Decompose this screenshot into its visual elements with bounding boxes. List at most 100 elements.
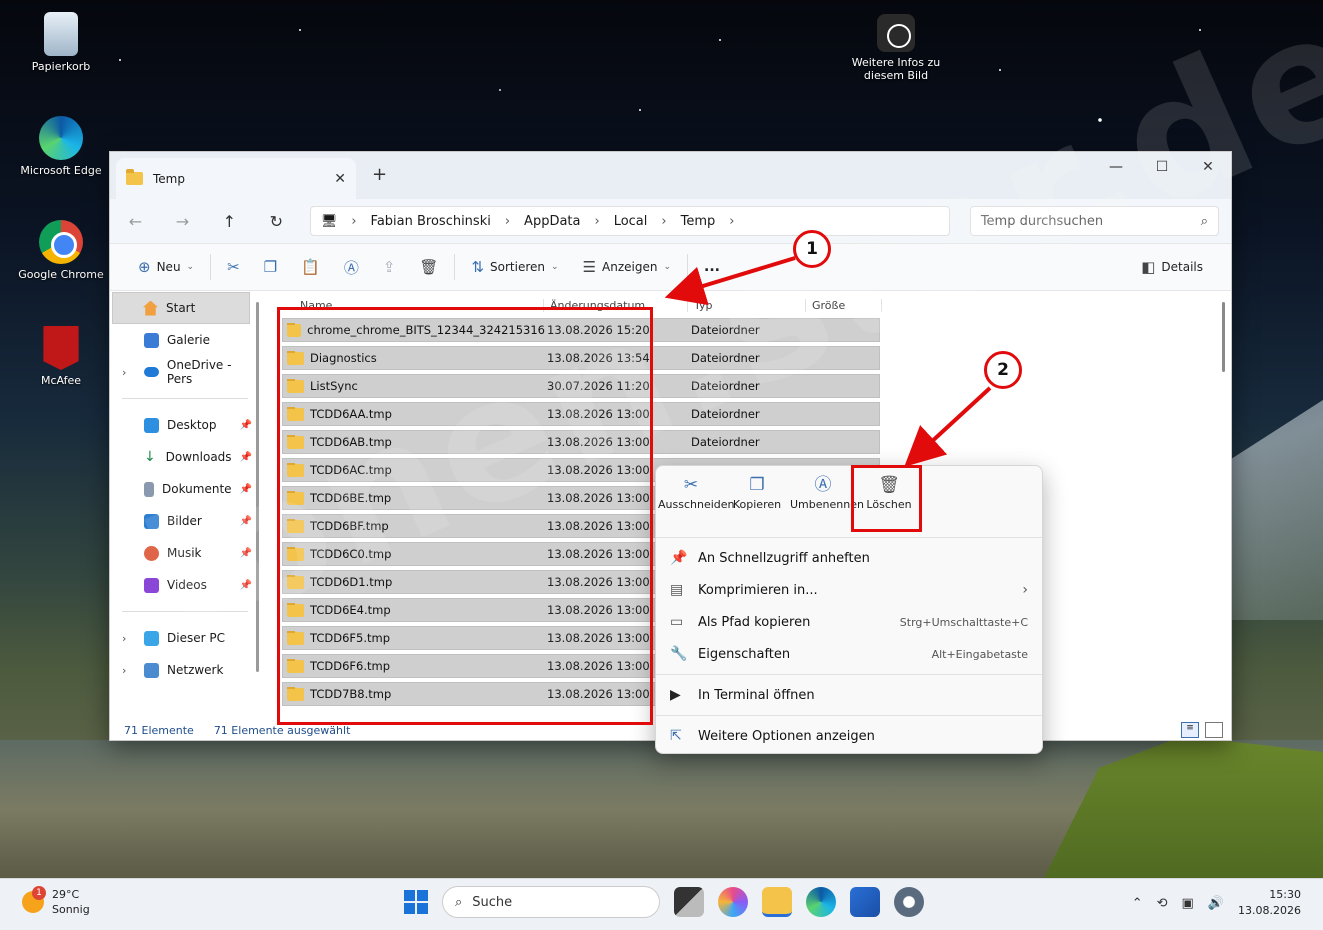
- chevron-right-icon: ›: [351, 213, 357, 229]
- new-tab-icon[interactable]: +: [372, 164, 387, 185]
- sun-icon: 1: [22, 886, 46, 913]
- clock[interactable]: 15:30 13.08.2026: [1238, 887, 1301, 919]
- selection-count: 71 Elemente ausgewählt: [213, 723, 351, 737]
- paste-button[interactable]: 📋: [289, 249, 332, 285]
- share-button[interactable]: ⇪: [371, 249, 408, 285]
- trash-icon: 🗑: [419, 258, 439, 276]
- computer-icon: [144, 630, 159, 646]
- file-list-scrollbar[interactable]: [1222, 302, 1225, 372]
- computer-icon: 🖥: [320, 213, 338, 229]
- menu-item-label: Komprimieren in...: [698, 582, 818, 598]
- rename-icon: Ⓐ: [343, 258, 359, 277]
- tiles-view-icon[interactable]: [1205, 722, 1223, 738]
- close-tab-icon[interactable]: ✕: [334, 171, 346, 187]
- volume-icon[interactable]: 🔊: [1208, 896, 1224, 911]
- sidebar-item-onedrive[interactable]: › OneDrive - Pers: [110, 356, 260, 388]
- highlight-delete-button: [851, 465, 922, 532]
- download-icon: ↓: [144, 448, 156, 465]
- view-list-icon: ☰: [582, 258, 597, 276]
- menu-item-copy-path[interactable]: ▭ Als Pfad kopieren Strg+Umschalttaste+C: [656, 606, 1042, 638]
- network-status-icon[interactable]: ▣: [1182, 896, 1194, 911]
- settings-gear-icon[interactable]: [894, 887, 924, 917]
- menu-item-pin-quick-access[interactable]: 📌 An Schnellzugriff anheften: [656, 542, 1042, 574]
- copy-button[interactable]: ❐ Kopieren: [724, 472, 790, 537]
- tab-title: Temp: [153, 171, 185, 186]
- tab-temp[interactable]: Temp ✕: [116, 158, 356, 199]
- details-view-icon[interactable]: ≡: [1181, 722, 1199, 738]
- step-badge-2: 2: [984, 351, 1022, 389]
- chevron-up-icon[interactable]: ⌃: [1132, 896, 1143, 911]
- cut-button[interactable]: ✂: [215, 249, 252, 285]
- desktop-icon-edge[interactable]: Microsoft Edge: [16, 116, 106, 177]
- sidebar-item-gallery[interactable]: Galerie: [110, 324, 260, 356]
- scissors-icon: ✂: [683, 475, 699, 495]
- sync-icon[interactable]: ⟲: [1157, 896, 1168, 911]
- details-label: Details: [1161, 260, 1203, 274]
- taskbar-search[interactable]: ⌕ Suche: [442, 886, 660, 918]
- copy-button[interactable]: ❐: [252, 249, 289, 285]
- chevron-right-icon[interactable]: ›: [122, 632, 126, 645]
- rename-button[interactable]: Ⓐ Umbenennen: [790, 472, 864, 537]
- chevron-right-icon[interactable]: ›: [122, 366, 126, 379]
- copy-icon: ❐: [749, 475, 765, 495]
- sort-button[interactable]: ⇅ Sortieren ⌄: [459, 249, 570, 285]
- forward-icon[interactable]: →: [169, 212, 196, 231]
- menu-item-more-options[interactable]: ⇱ Weitere Optionen anzeigen: [656, 720, 1042, 752]
- desktop-icon-mcafee[interactable]: McAfee: [16, 326, 106, 387]
- breadcrumb-item[interactable]: Fabian Broschinski: [371, 214, 491, 229]
- file-explorer-icon[interactable]: [762, 887, 792, 917]
- sidebar-item-label: OneDrive - Pers: [166, 358, 232, 386]
- chevron-down-icon: ⌄: [551, 262, 559, 272]
- network-icon: [144, 662, 159, 678]
- temperature: 29°C: [52, 888, 80, 901]
- sort-label: Sortieren: [490, 260, 546, 274]
- desktop-icon-label: McAfee: [40, 374, 82, 387]
- pin-icon[interactable]: 📌: [240, 420, 252, 431]
- menu-item-open-terminal[interactable]: ▶ In Terminal öffnen: [656, 679, 1042, 711]
- sidebar-item-label: Start: [166, 301, 196, 315]
- sidebar-item-start[interactable]: Start: [112, 292, 250, 324]
- search-label: Suche: [472, 894, 513, 910]
- gallery-icon: [144, 332, 159, 348]
- menu-item-label: An Schnellzugriff anheften: [698, 550, 870, 566]
- item-count: 71 Elemente: [124, 723, 194, 737]
- new-button[interactable]: ⊕ Neu ⌄: [126, 249, 206, 285]
- desktop-icon-label: Google Chrome: [18, 268, 104, 281]
- time: 15:30: [1269, 888, 1301, 901]
- taskbar: 1 29°C Sonnig ⌕ Suche ⌃ ⟲ ▣ 🔊 15:30 13.08.2…: [0, 878, 1323, 930]
- menu-item-shortcut: Strg+Umschalttaste+C: [899, 615, 1028, 629]
- refresh-icon[interactable]: ↻: [263, 212, 290, 231]
- copilot-icon[interactable]: [718, 887, 748, 917]
- breadcrumb-item[interactable]: Local: [614, 214, 648, 229]
- start-icon[interactable]: [404, 890, 428, 914]
- desktop-icon-recycle-bin[interactable]: Papierkorb: [16, 12, 106, 73]
- desktop-icon-label: Weitere Infos zu diesem Bild: [851, 56, 941, 82]
- cut-button[interactable]: ✂ Ausschneiden: [658, 472, 735, 537]
- store-icon[interactable]: [850, 887, 880, 917]
- task-view-icon[interactable]: [674, 887, 704, 917]
- breadcrumb-item[interactable]: Temp: [681, 214, 716, 229]
- menu-item-label: In Terminal öffnen: [698, 687, 815, 703]
- desktop-icon-chrome[interactable]: Google Chrome: [16, 220, 106, 281]
- plus-circle-icon: ⊕: [138, 258, 151, 276]
- up-icon[interactable]: ↑: [216, 212, 243, 231]
- breadcrumb-item[interactable]: AppData: [524, 214, 580, 229]
- toolbar-divider: [454, 254, 456, 280]
- sidebar-item-desktop[interactable]: Desktop 📌: [110, 409, 260, 441]
- menu-item-properties[interactable]: 🔧 Eigenschaften Alt+Eingabetaste: [656, 638, 1042, 670]
- rename-button[interactable]: Ⓐ: [332, 249, 371, 285]
- wrench-icon: 🔧: [670, 646, 688, 662]
- system-tray: ⌃ ⟲ ▣ 🔊 15:30 13.08.2026: [1132, 887, 1301, 919]
- delete-button[interactable]: 🗑: [407, 249, 450, 285]
- chevron-right-icon: ›: [504, 213, 511, 229]
- chevron-right-icon: ›: [661, 213, 667, 229]
- edge-icon[interactable]: [806, 887, 836, 917]
- menu-item-label: Eigenschaften: [698, 646, 791, 662]
- desktop-icon-image-info[interactable]: Weitere Infos zu diesem Bild: [850, 14, 942, 82]
- menu-item-shortcut: Alt+Eingabetaste: [931, 647, 1028, 661]
- toolbar-divider: [210, 254, 212, 280]
- back-icon[interactable]: ←: [122, 212, 149, 231]
- chevron-right-icon[interactable]: ›: [122, 664, 126, 677]
- menu-item-compress[interactable]: ▤ Komprimieren in... ›: [656, 574, 1042, 606]
- weather-widget[interactable]: 1 29°C Sonnig: [22, 886, 90, 917]
